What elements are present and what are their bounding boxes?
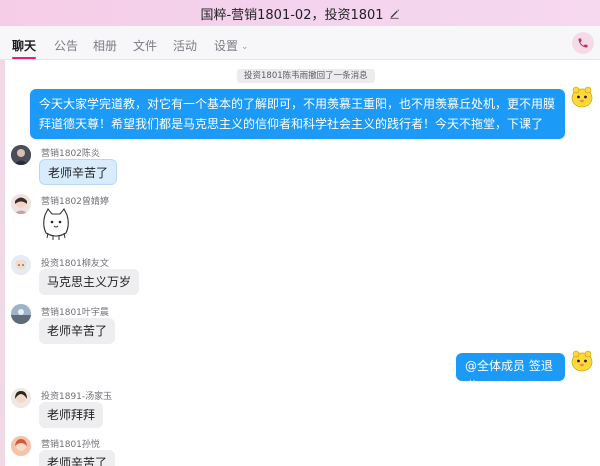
tab-announcements[interactable]: 公告 [54, 37, 78, 54]
member-avatar[interactable] [11, 255, 31, 275]
group-tab-bar: 聊天 公告 相册 文件 活动 设置 ⌄ [0, 26, 600, 60]
member-avatar[interactable] [11, 304, 31, 324]
self-avatar[interactable] [571, 350, 593, 372]
tab-files[interactable]: 文件 [133, 37, 157, 54]
member-avatar[interactable] [11, 388, 31, 408]
system-recall-notice: 投资1801陈韦雨撤回了一条消息 [237, 69, 375, 83]
message-bubble[interactable]: 马克思主义万岁 [39, 269, 140, 295]
chat-message-area[interactable]: 投资1801陈韦雨撤回了一条消息 今天大家学完道教，对它有一个基本的了解即可，不… [5, 61, 600, 466]
tab-album[interactable]: 相册 [93, 37, 117, 54]
tab-settings[interactable]: 设置 ⌄ [214, 37, 249, 54]
sender-name: 投资1891-汤家玉 [41, 392, 113, 402]
message-bubble[interactable]: 老师辛苦了 [39, 318, 116, 344]
member-avatar[interactable] [11, 145, 31, 165]
message-bubble[interactable]: 老师辛苦了 [39, 159, 118, 185]
window-titlebar: 国粹-营销1801-02，投资1801 [0, 0, 600, 26]
member-avatar[interactable] [11, 194, 31, 214]
cat-sticker[interactable] [40, 207, 72, 241]
member-avatar[interactable] [11, 436, 31, 456]
chevron-down-icon: ⌄ [241, 42, 249, 52]
tab-chat[interactable]: 聊天 [12, 37, 36, 54]
self-avatar[interactable] [571, 86, 593, 108]
sender-name: 营销1802曾婧婷 [41, 197, 109, 207]
sender-name: 营销1801叶宇晨 [41, 308, 109, 318]
active-tab-indicator [12, 57, 36, 59]
self-message-bubble[interactable]: @全体成员 签退啦 [456, 353, 565, 393]
message-bubble[interactable]: 老师辛苦了 [39, 450, 116, 466]
phone-icon [578, 38, 588, 48]
sender-name: 投资1801柳友文 [41, 259, 109, 269]
self-message-bubble[interactable]: 今天大家学完道教，对它有一个基本的了解即可，不用羡慕王重阳，也不用羡慕丘处机，更… [30, 89, 565, 139]
tab-settings-label: 设置 [214, 39, 239, 53]
tab-activities[interactable]: 活动 [173, 37, 197, 54]
sender-name: 营销1802陈炎 [41, 149, 100, 159]
sender-name: 营销1801孙悦 [41, 440, 100, 450]
phone-call-button[interactable] [572, 32, 594, 54]
edit-pencil-icon[interactable] [389, 8, 400, 19]
message-bubble[interactable]: 老师拜拜 [39, 402, 104, 428]
window-title: 国粹-营销1801-02，投资1801 [200, 7, 384, 23]
